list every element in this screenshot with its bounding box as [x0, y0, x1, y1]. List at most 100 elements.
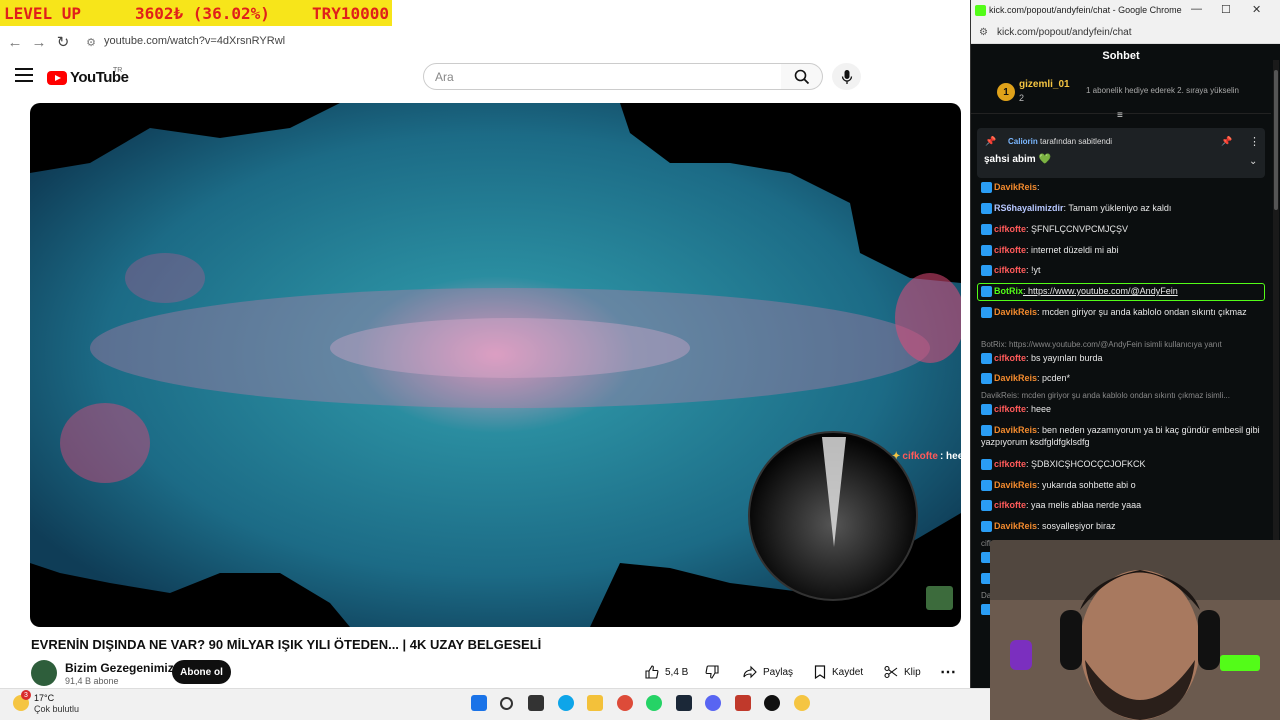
weather-desc[interactable]: Çok bulutlu: [34, 704, 79, 714]
rank-badge: 1: [997, 83, 1015, 101]
chat-text: : ŞDBXICŞHCOCÇCJOFKCK: [1026, 459, 1146, 469]
reply-context[interactable]: BotRix: https://www.youtube.com/@AndyFei…: [981, 340, 1267, 349]
chat-message[interactable]: DavikReis:: [981, 181, 1267, 194]
popout-url-bar[interactable]: ⚙ kick.com/popout/andyfein/chat: [971, 22, 1280, 44]
clip-button[interactable]: Klip: [884, 662, 921, 682]
chat-username[interactable]: cifkofte: [994, 353, 1026, 363]
minimize-icon[interactable]: —: [1191, 3, 1202, 15]
edge-icon[interactable]: [558, 695, 574, 711]
back-icon[interactable]: ←: [5, 32, 25, 52]
filter-icon[interactable]: ≡: [1117, 110, 1123, 121]
chat-message[interactable]: DavikReis: yukarıda sohbette abi o: [981, 479, 1267, 492]
share-button[interactable]: Paylaş: [743, 662, 793, 682]
obs-icon[interactable]: [764, 695, 780, 711]
ticker-label: LEVEL UP: [4, 3, 82, 23]
task-view-icon[interactable]: [528, 695, 544, 711]
chat-username[interactable]: cifkofte: [994, 500, 1026, 510]
chat-message[interactable]: DavikReis: mcden giriyor şu anda kablolo…: [981, 306, 1267, 319]
chat-username[interactable]: DavikReis: [994, 480, 1037, 490]
chrome-icon[interactable]: [617, 695, 633, 711]
clip-label: Klip: [904, 666, 921, 678]
more-icon[interactable]: ⋮: [1249, 135, 1260, 148]
search-button[interactable]: [781, 63, 823, 90]
more-actions-icon[interactable]: ⋯: [940, 662, 956, 682]
reply-context[interactable]: DavikReis: mcden giriyor şu anda kablolo…: [981, 391, 1267, 400]
popout-url: kick.com/popout/andyfein/chat: [997, 27, 1132, 38]
weather-temp[interactable]: 17°C: [34, 693, 54, 703]
thumbs-up-icon: [645, 665, 659, 679]
chat-scroll-thumb[interactable]: [1274, 70, 1278, 210]
window-titlebar[interactable]: kick.com/popout/andyfein/chat - Google C…: [971, 0, 1280, 22]
chat-username[interactable]: cifkofte: [994, 459, 1026, 469]
address-bar[interactable]: youtube.com/watch?v=4dXrsnRYRwl: [104, 35, 285, 47]
voice-search-button[interactable]: [832, 63, 861, 90]
donation-ticker: LEVEL UP 3602₺ (36.02%) TRY10000: [0, 0, 392, 26]
chat-username[interactable]: DavikReis: [994, 521, 1037, 531]
chat-message[interactable]: DavikReis: pcden*: [981, 372, 1267, 385]
steam-icon[interactable]: [676, 695, 692, 711]
chat-username[interactable]: cifkofte: [994, 404, 1026, 414]
close-icon[interactable]: ✕: [1252, 3, 1261, 16]
pinned-by: Caliorin tarafından sabitlendi: [1008, 137, 1112, 146]
chat-message[interactable]: cifkofte: internet düzeldi mi abi: [981, 244, 1267, 257]
microphone-icon: [841, 69, 852, 84]
search-input[interactable]: Ara: [423, 63, 782, 90]
share-icon: [743, 665, 757, 679]
chat-username[interactable]: cifkofte: [994, 224, 1026, 234]
user-badge-icon: [981, 224, 992, 236]
start-icon[interactable]: [471, 695, 487, 711]
leader-name[interactable]: gizemli_01: [1019, 79, 1070, 90]
chat-message[interactable]: cifkofte: ŞFNFLÇCNVPCMJÇŞV: [981, 223, 1267, 236]
chat-message[interactable]: cifkofte: heee: [981, 403, 1267, 416]
chat-text: : heee: [1026, 404, 1052, 414]
reload-icon[interactable]: ↻: [53, 32, 73, 52]
chat-text: :: [1037, 182, 1040, 192]
app-icon[interactable]: [735, 695, 751, 711]
user-badge-icon: [981, 286, 992, 298]
unpin-icon[interactable]: 📌: [1221, 136, 1232, 147]
app-icon-yellow[interactable]: [794, 695, 810, 711]
chat-message[interactable]: cifkofte: bs yayınları burda: [981, 352, 1267, 365]
user-badge-icon: [981, 245, 992, 257]
menu-icon[interactable]: [15, 68, 33, 82]
chevron-down-icon[interactable]: ⌄: [1249, 156, 1257, 167]
chat-message[interactable]: DavikReis: sosyalleşiyor biraz: [981, 520, 1267, 533]
channel-avatar[interactable]: [31, 660, 57, 686]
kick-favicon-icon: [975, 5, 986, 16]
chat-username[interactable]: DavikReis: [994, 307, 1037, 317]
forward-icon[interactable]: →: [29, 32, 49, 52]
file-explorer-icon[interactable]: [587, 695, 603, 711]
user-badge-icon: [981, 203, 992, 215]
chat-message[interactable]: BotRix: https://www.youtube.com/@AndyFei…: [981, 285, 1267, 298]
chat-message[interactable]: DavikReis: ben neden yazamıyorum ya bi k…: [981, 424, 1267, 448]
channel-name[interactable]: Bizim Gezegenimiz: [65, 661, 174, 675]
save-button[interactable]: Kaydet: [814, 662, 863, 682]
site-info-icon[interactable]: ⚙: [81, 32, 101, 52]
maximize-icon[interactable]: ☐: [1221, 3, 1231, 16]
channel-watermark[interactable]: [926, 586, 953, 610]
chat-username[interactable]: BotRix: [994, 286, 1023, 296]
chat-message[interactable]: cifkofte: ŞDBXICŞHCOCÇCJOFKCK: [981, 458, 1267, 471]
pinned-by-text: tarafından sabitlendi: [1040, 137, 1113, 146]
subscribe-button[interactable]: Abone ol: [172, 660, 231, 684]
chat-text: : mcden giriyor şu anda kablolo ondan sı…: [1037, 307, 1247, 317]
chat-username[interactable]: RS6hayalimizdir: [994, 203, 1064, 213]
notification-badge: 3: [21, 690, 31, 700]
discord-icon[interactable]: [705, 695, 721, 711]
site-info-icon[interactable]: ⚙: [979, 27, 988, 38]
chat-message[interactable]: cifkofte: !yt: [981, 264, 1267, 277]
chat-message[interactable]: RS6hayalimizdir: Tamam yükleniyo az kald…: [981, 202, 1267, 215]
chat-username[interactable]: cifkofte: [994, 265, 1026, 275]
dislike-button[interactable]: [705, 662, 719, 682]
overlay-chat-text: : heee: [939, 451, 969, 462]
search-taskbar-icon[interactable]: [500, 697, 513, 710]
chat-message[interactable]: cifkofte: yaa melis ablaa nerde yaaa: [981, 499, 1267, 512]
chat-username[interactable]: DavikReis: [994, 182, 1037, 192]
webcam-overlay: [990, 540, 1280, 720]
whatsapp-icon[interactable]: [646, 695, 662, 711]
region-code: TR: [113, 67, 123, 74]
like-button[interactable]: 5,4 B: [645, 662, 688, 682]
chat-username[interactable]: DavikReis: [994, 373, 1037, 383]
chat-username[interactable]: cifkofte: [994, 245, 1026, 255]
chat-username[interactable]: DavikReis: [994, 425, 1037, 435]
